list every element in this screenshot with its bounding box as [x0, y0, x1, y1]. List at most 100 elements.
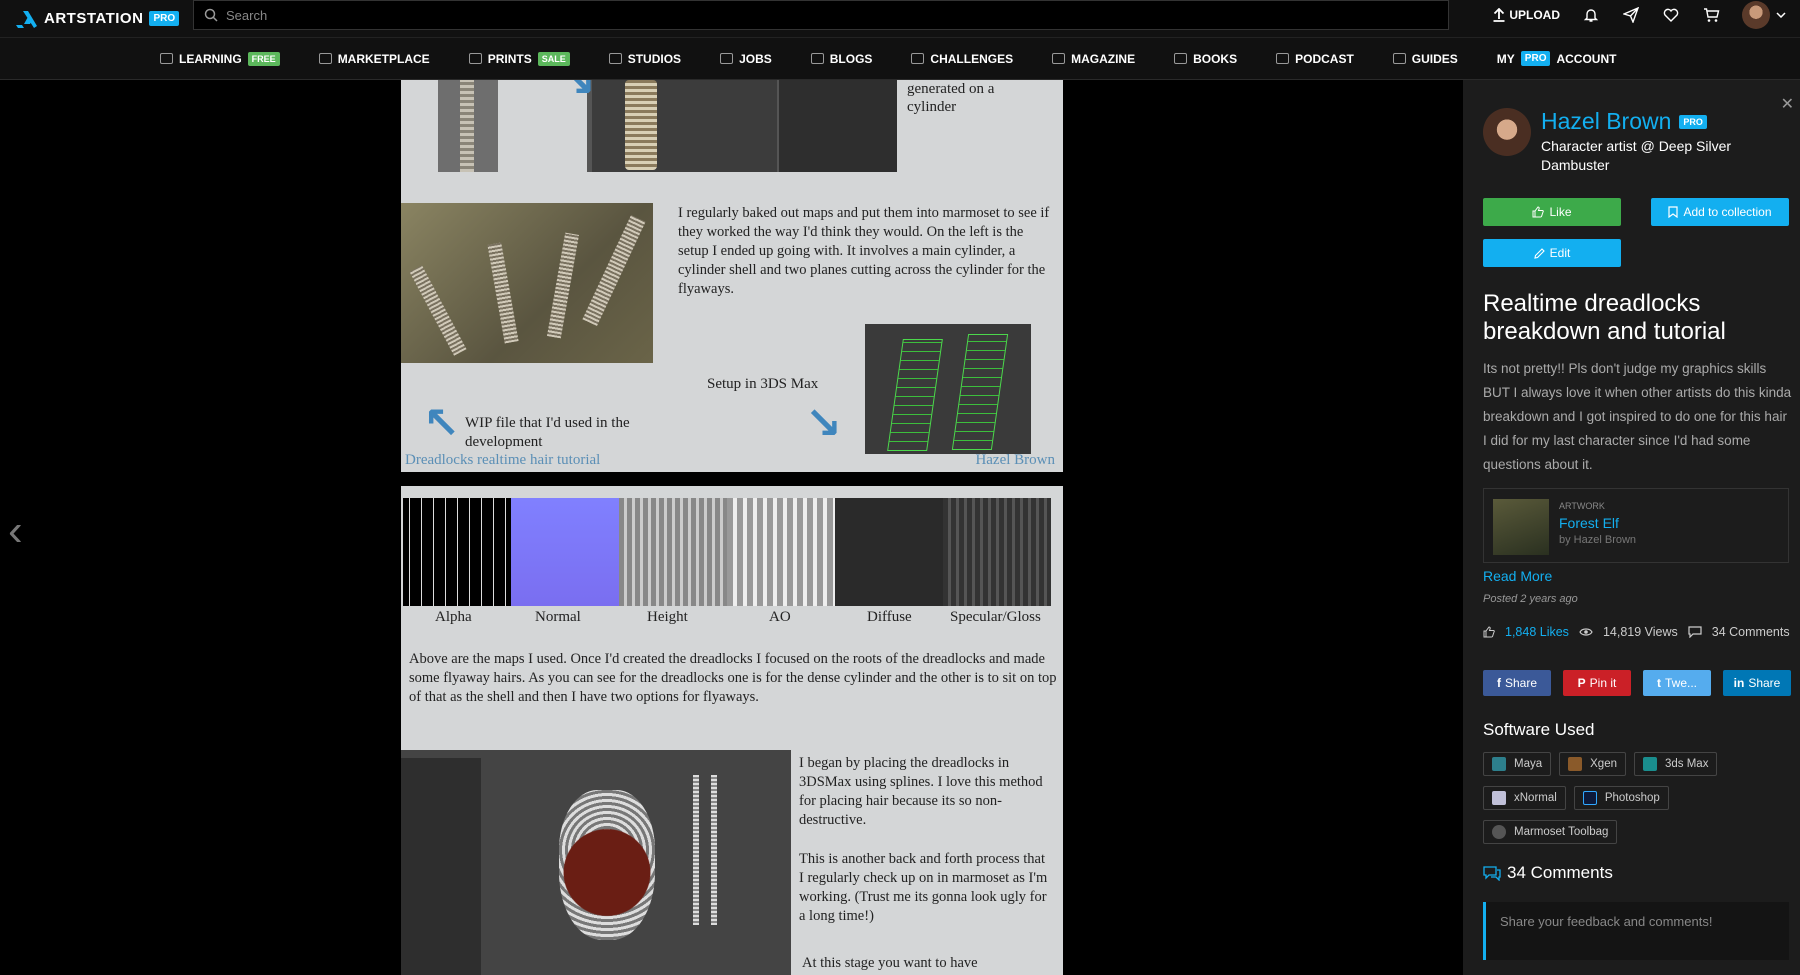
nav-my-pro-account[interactable]: MY PRO ACCOUNT — [1496, 51, 1616, 66]
likes-count[interactable]: 1,848 Likes — [1505, 625, 1569, 639]
account-menu[interactable] — [1742, 1, 1786, 29]
map-label: Diffuse — [867, 609, 912, 625]
marketplace-icon — [318, 53, 332, 64]
height-map — [619, 498, 727, 606]
search-input[interactable] — [226, 7, 1326, 23]
share-label: Share — [1748, 676, 1781, 690]
nav-label: GUIDES — [1411, 51, 1458, 66]
upload-icon — [1493, 8, 1505, 22]
microphone-icon — [1276, 53, 1290, 64]
software-xnormal[interactable]: xNormal — [1483, 786, 1566, 810]
nav-podcast[interactable]: PODCAST — [1276, 52, 1354, 66]
heart-icon — [1663, 8, 1679, 22]
linkedin-icon: in — [1733, 676, 1745, 690]
blogs-icon — [810, 53, 824, 64]
facebook-icon: f — [1496, 676, 1501, 690]
artstation-logo[interactable]: ARTSTATION PRO — [14, 9, 186, 29]
software-3ds-max[interactable]: 3ds Max — [1633, 752, 1718, 776]
nav-books[interactable]: BOOKS — [1174, 52, 1237, 66]
software-xgen[interactable]: Xgen — [1559, 752, 1626, 776]
nav-learning[interactable]: LEARNING FREE — [160, 51, 280, 66]
nav-jobs[interactable]: JOBS — [720, 52, 772, 66]
artwork-viewer: ‹ ↘ generated on a cylinder I regularly … — [0, 80, 1463, 975]
3ds-max-setup-image — [865, 324, 1031, 454]
facebook-share-button[interactable]: f Share — [1483, 670, 1551, 696]
nav-label: BOOKS — [1193, 51, 1238, 66]
trophy-icon — [911, 53, 925, 64]
software-row: Marmoset Toolbag — [1483, 820, 1618, 844]
nav-marketplace[interactable]: MARKETPLACE — [318, 52, 430, 66]
nav-label: MAGAZINE — [1071, 51, 1136, 66]
pencil-icon — [1533, 247, 1545, 259]
free-badge: FREE — [247, 51, 280, 66]
map-label: Height — [647, 609, 688, 625]
search-bar[interactable] — [193, 0, 1449, 30]
search-icon — [204, 8, 218, 22]
nav-studios[interactable]: STUDIOS — [608, 52, 681, 66]
tutorial-image-2: Alpha Normal Height AO Diffuse Specular/… — [401, 486, 1063, 975]
nav-label: PODCAST — [1295, 51, 1354, 66]
software-photoshop[interactable]: Photoshop — [1573, 786, 1669, 810]
nav-blogs[interactable]: BLOGS — [810, 52, 872, 66]
stage-paragraph: At this stage you want to have — [802, 955, 978, 971]
logo-text: ARTSTATION — [44, 10, 144, 27]
software-screenshot-image — [587, 80, 897, 172]
pinterest-share-button[interactable]: P Pin it — [1563, 670, 1631, 696]
author-avatar[interactable] — [1483, 108, 1531, 156]
software-label: xNormal — [1514, 792, 1557, 804]
comments-icon — [1688, 626, 1702, 638]
maya-icon — [1492, 757, 1506, 771]
top-bar: ARTSTATION PRO UPLOAD — [0, 0, 1800, 38]
guides-icon — [1392, 53, 1406, 64]
likes-button[interactable] — [1662, 6, 1680, 24]
cart-button[interactable] — [1702, 6, 1720, 24]
software-label: Marmoset Toolbag — [1514, 826, 1609, 838]
marmoset-render-image — [401, 203, 653, 363]
map-label: Alpha — [435, 609, 472, 625]
alpha-map — [403, 498, 511, 606]
notifications-button[interactable] — [1582, 6, 1600, 24]
maps-paragraph: Above are the maps I used. Once I'd crea… — [409, 651, 1057, 705]
workflow-paragraph: This is another back and forth process t… — [799, 851, 1048, 924]
hair-placement-screenshot — [401, 750, 791, 975]
add-to-collection-button[interactable]: Add to collection — [1651, 198, 1789, 226]
edit-button[interactable]: Edit — [1483, 239, 1621, 267]
close-icon[interactable]: ✕ — [1781, 94, 1794, 114]
specular-gloss-map — [943, 498, 1051, 606]
nav-label: CHALLENGES — [930, 51, 1014, 66]
twitter-share-button[interactable]: t Twe... — [1643, 670, 1711, 696]
linkedin-share-button[interactable]: in Share — [1723, 670, 1791, 696]
previous-arrow-icon[interactable]: ‹ — [8, 506, 23, 556]
artwork-description: Its not pretty!! Pls don't judge my grap… — [1483, 361, 1792, 472]
read-more-link[interactable]: Read More — [1483, 568, 1552, 584]
software-row: Maya Xgen 3ds Max — [1483, 752, 1718, 776]
3ds-max-icon — [1642, 757, 1657, 771]
pro-badge: PRO — [1520, 51, 1551, 66]
upload-label: UPLOAD — [1509, 8, 1560, 22]
linked-artwork-kicker: ARTWORK — [1559, 501, 1605, 511]
share-label: Pin it — [1589, 676, 1617, 690]
like-button[interactable]: Like — [1483, 198, 1621, 226]
nav-challenges[interactable]: CHALLENGES — [911, 52, 1013, 66]
author-name-link[interactable]: Hazel Brown PRO — [1541, 108, 1707, 135]
diffuse-map — [835, 498, 943, 606]
share-label: Share — [1504, 676, 1538, 690]
nav-guides[interactable]: GUIDES — [1392, 51, 1458, 66]
software-row: xNormal Photoshop — [1483, 786, 1669, 810]
thumbs-up-icon — [1483, 626, 1495, 638]
nav-label: MY — [1496, 51, 1515, 66]
software-label: Xgen — [1590, 758, 1617, 770]
linked-artwork-author: by Hazel Brown — [1559, 534, 1637, 546]
nav-prints[interactable]: PRINTS SALE — [468, 51, 570, 66]
software-maya[interactable]: Maya — [1483, 752, 1552, 776]
messages-button[interactable] — [1622, 6, 1640, 24]
comments-section-title: 34 Comments — [1483, 863, 1613, 883]
edit-label: Edit — [1549, 246, 1571, 260]
nav-magazine[interactable]: MAGAZINE — [1052, 52, 1135, 66]
software-marmoset-toolbag[interactable]: Marmoset Toolbag — [1483, 820, 1618, 844]
studios-icon — [608, 53, 622, 64]
upload-button[interactable]: UPLOAD — [1493, 8, 1560, 22]
jobs-icon — [720, 53, 734, 64]
linked-artwork-card[interactable]: ARTWORK Forest Elf by Hazel Brown — [1483, 488, 1789, 563]
comment-input[interactable]: Share your feedback and comments! — [1483, 902, 1789, 960]
